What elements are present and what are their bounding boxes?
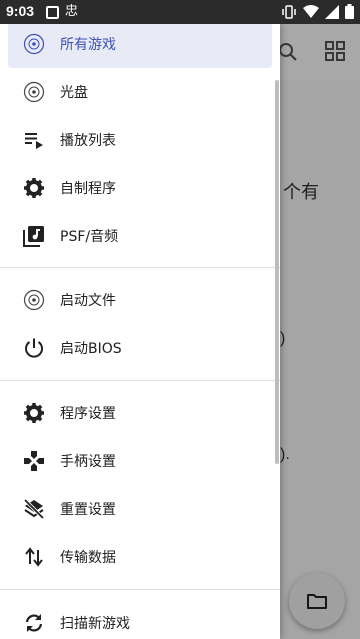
disc-icon	[22, 288, 46, 312]
menu-item-psf-audio[interactable]: PSF/音频	[0, 212, 280, 260]
disc-icon	[22, 80, 46, 104]
menu-item-label: PSF/音频	[60, 229, 119, 245]
drawer-scrollbar[interactable]	[275, 80, 279, 464]
status-bar: 9:03 忠	[0, 0, 360, 24]
menu-divider	[0, 589, 280, 590]
menu-item-label: 启动文件	[60, 293, 116, 309]
menu-divider	[0, 380, 280, 381]
menu-item-boot-file[interactable]: 启动文件	[0, 276, 280, 324]
menu-item-disc[interactable]: 光盘	[0, 68, 280, 116]
navigation-drawer: 所有游戏 光盘 播放列表 自制程序 PSF/音频 启动文件 启动BIOS 程序设…	[0, 24, 280, 639]
menu-item-controller-settings[interactable]: 手柄设置	[0, 437, 280, 485]
menu-item-scan-new-games[interactable]: 扫描新游戏	[0, 599, 280, 639]
notification-square-icon	[46, 5, 59, 19]
swap-vertical-icon	[22, 545, 46, 569]
menu-item-homebrew[interactable]: 自制程序	[0, 164, 280, 212]
menu-item-label: 光盘	[60, 85, 88, 101]
wifi-icon	[303, 4, 319, 18]
disc-icon	[22, 32, 46, 56]
menu-item-label: 重置设置	[60, 502, 116, 518]
signal-icon	[325, 4, 339, 19]
battery-icon	[345, 4, 354, 19]
menu-item-reset-settings[interactable]: 重置设置	[0, 485, 280, 533]
menu-item-playlist[interactable]: 播放列表	[0, 116, 280, 164]
status-time: 9:03	[6, 3, 35, 19]
status-right-icons	[281, 4, 354, 19]
menu-item-label: 扫描新游戏	[60, 616, 130, 632]
gear-icon	[22, 401, 46, 425]
playlist-icon	[22, 128, 46, 152]
menu-item-label: 自制程序	[60, 181, 116, 197]
menu-item-boot-bios[interactable]: 启动BIOS	[0, 324, 280, 372]
vibrate-icon	[282, 4, 296, 19]
menu-item-label: 播放列表	[60, 133, 116, 149]
menu-item-label: 启动BIOS	[60, 341, 122, 357]
refresh-icon	[22, 611, 46, 635]
power-icon	[22, 336, 46, 360]
menu-item-all-games[interactable]: 所有游戏	[8, 24, 272, 68]
gear-icon	[22, 176, 46, 200]
status-left-icons: 忠	[46, 5, 78, 19]
menu-divider	[0, 267, 280, 268]
menu-item-label: 所有游戏	[60, 37, 116, 53]
menu-item-label: 传输数据	[60, 550, 116, 566]
menu-item-app-settings[interactable]: 程序设置	[0, 389, 280, 437]
menu-item-label: 程序设置	[60, 406, 116, 422]
layers-off-icon	[22, 497, 46, 521]
menu-item-label: 手柄设置	[60, 454, 116, 470]
menu-item-transfer-data[interactable]: 传输数据	[0, 533, 280, 581]
music-library-icon	[22, 224, 46, 248]
notification-glyph-icon: 忠	[65, 4, 79, 19]
gamepad-icon	[22, 449, 46, 473]
